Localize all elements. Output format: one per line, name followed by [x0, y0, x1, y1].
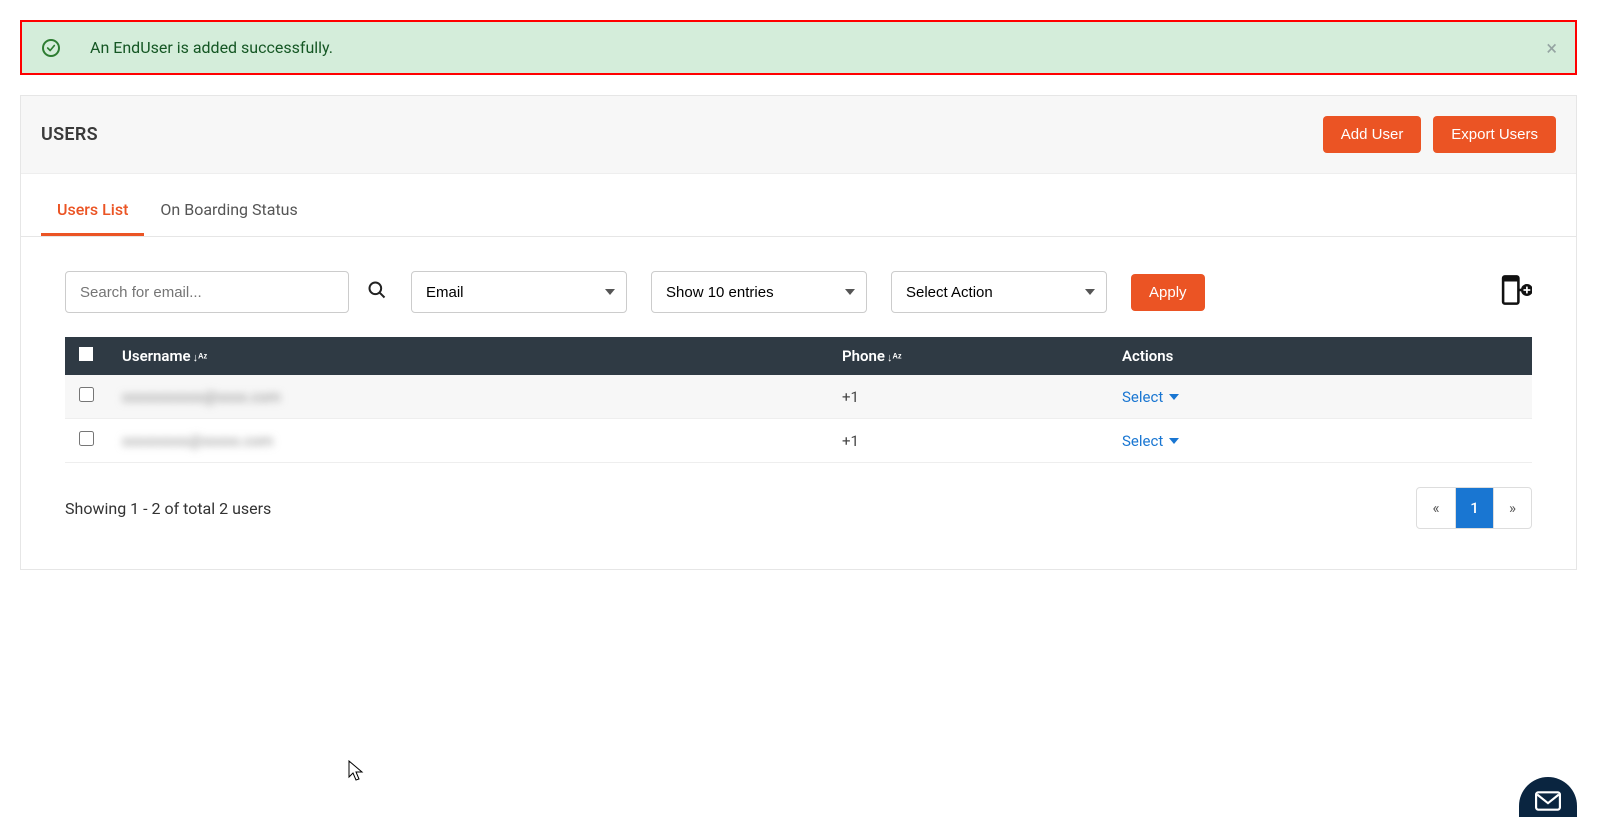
check-circle-icon [42, 39, 60, 57]
alert-message: An EndUser is added successfully. [90, 38, 333, 57]
row-checkbox[interactable] [79, 387, 94, 402]
entries-select[interactable]: Show 10 entries [651, 271, 867, 313]
page-next[interactable]: » [1493, 488, 1531, 528]
row-action-select[interactable]: Select [1122, 388, 1179, 406]
phone-cell: +1 [828, 375, 1108, 419]
alert-close-icon[interactable]: × [1546, 36, 1557, 60]
username-cell: xxxxxxxxx@xxxxx.com [122, 432, 273, 450]
table-header-row: Username↓ᴬᶻ Phone↓ᴬᶻ Actions [65, 337, 1532, 375]
bulk-action-select[interactable]: Select Action [891, 271, 1107, 313]
header-actions: Add User Export Users [1323, 116, 1556, 153]
column-username[interactable]: Username↓ᴬᶻ [108, 337, 828, 375]
panel-header: USERS Add User Export Users [21, 96, 1576, 174]
tab-users-list[interactable]: Users List [41, 182, 144, 236]
select-all-checkbox[interactable] [79, 347, 93, 361]
row-action-select[interactable]: Select [1122, 432, 1179, 450]
caret-down-icon [1169, 394, 1179, 400]
users-panel: USERS Add User Export Users Users List O… [20, 95, 1577, 570]
table-row: xxxxxxxxx@xxxxx.com +1 Select [65, 419, 1532, 463]
column-actions: Actions [1108, 337, 1532, 375]
table-footer: Showing 1 - 2 of total 2 users « 1 » [21, 463, 1576, 569]
success-alert: An EndUser is added successfully. × [20, 20, 1577, 75]
username-cell: xxxxxxxxxxx@xxxx.com [122, 388, 281, 406]
summary-text: Showing 1 - 2 of total 2 users [65, 499, 271, 518]
export-users-button[interactable]: Export Users [1433, 116, 1556, 153]
caret-down-icon [1169, 438, 1179, 444]
mail-icon [1535, 791, 1561, 811]
page-prev[interactable]: « [1417, 488, 1455, 528]
users-table: Username↓ᴬᶻ Phone↓ᴬᶻ Actions xxxxxxxxxxx… [21, 337, 1576, 463]
add-user-button[interactable]: Add User [1323, 116, 1422, 153]
sort-icon: ↓ᴬᶻ [887, 351, 902, 364]
apply-button[interactable]: Apply [1131, 274, 1205, 311]
add-column-icon[interactable] [1498, 273, 1532, 311]
help-fab[interactable] [1519, 777, 1577, 817]
sort-icon: ↓ᴬᶻ [193, 351, 208, 364]
phone-cell: +1 [828, 419, 1108, 463]
table-row: xxxxxxxxxxx@xxxx.com +1 Select [65, 375, 1532, 419]
mouse-cursor [348, 760, 364, 782]
search-input[interactable] [65, 271, 349, 313]
filter-by-select[interactable]: Email [411, 271, 627, 313]
tabs: Users List On Boarding Status [21, 182, 1576, 237]
page-title: USERS [41, 124, 98, 145]
row-checkbox[interactable] [79, 431, 94, 446]
pagination: « 1 » [1416, 487, 1532, 529]
tab-onboarding-status[interactable]: On Boarding Status [144, 182, 313, 236]
column-phone[interactable]: Phone↓ᴬᶻ [828, 337, 1108, 375]
page-1[interactable]: 1 [1455, 488, 1493, 528]
search-icon[interactable] [367, 280, 387, 304]
filter-row: Email Show 10 entries Select Action Appl… [21, 237, 1576, 337]
